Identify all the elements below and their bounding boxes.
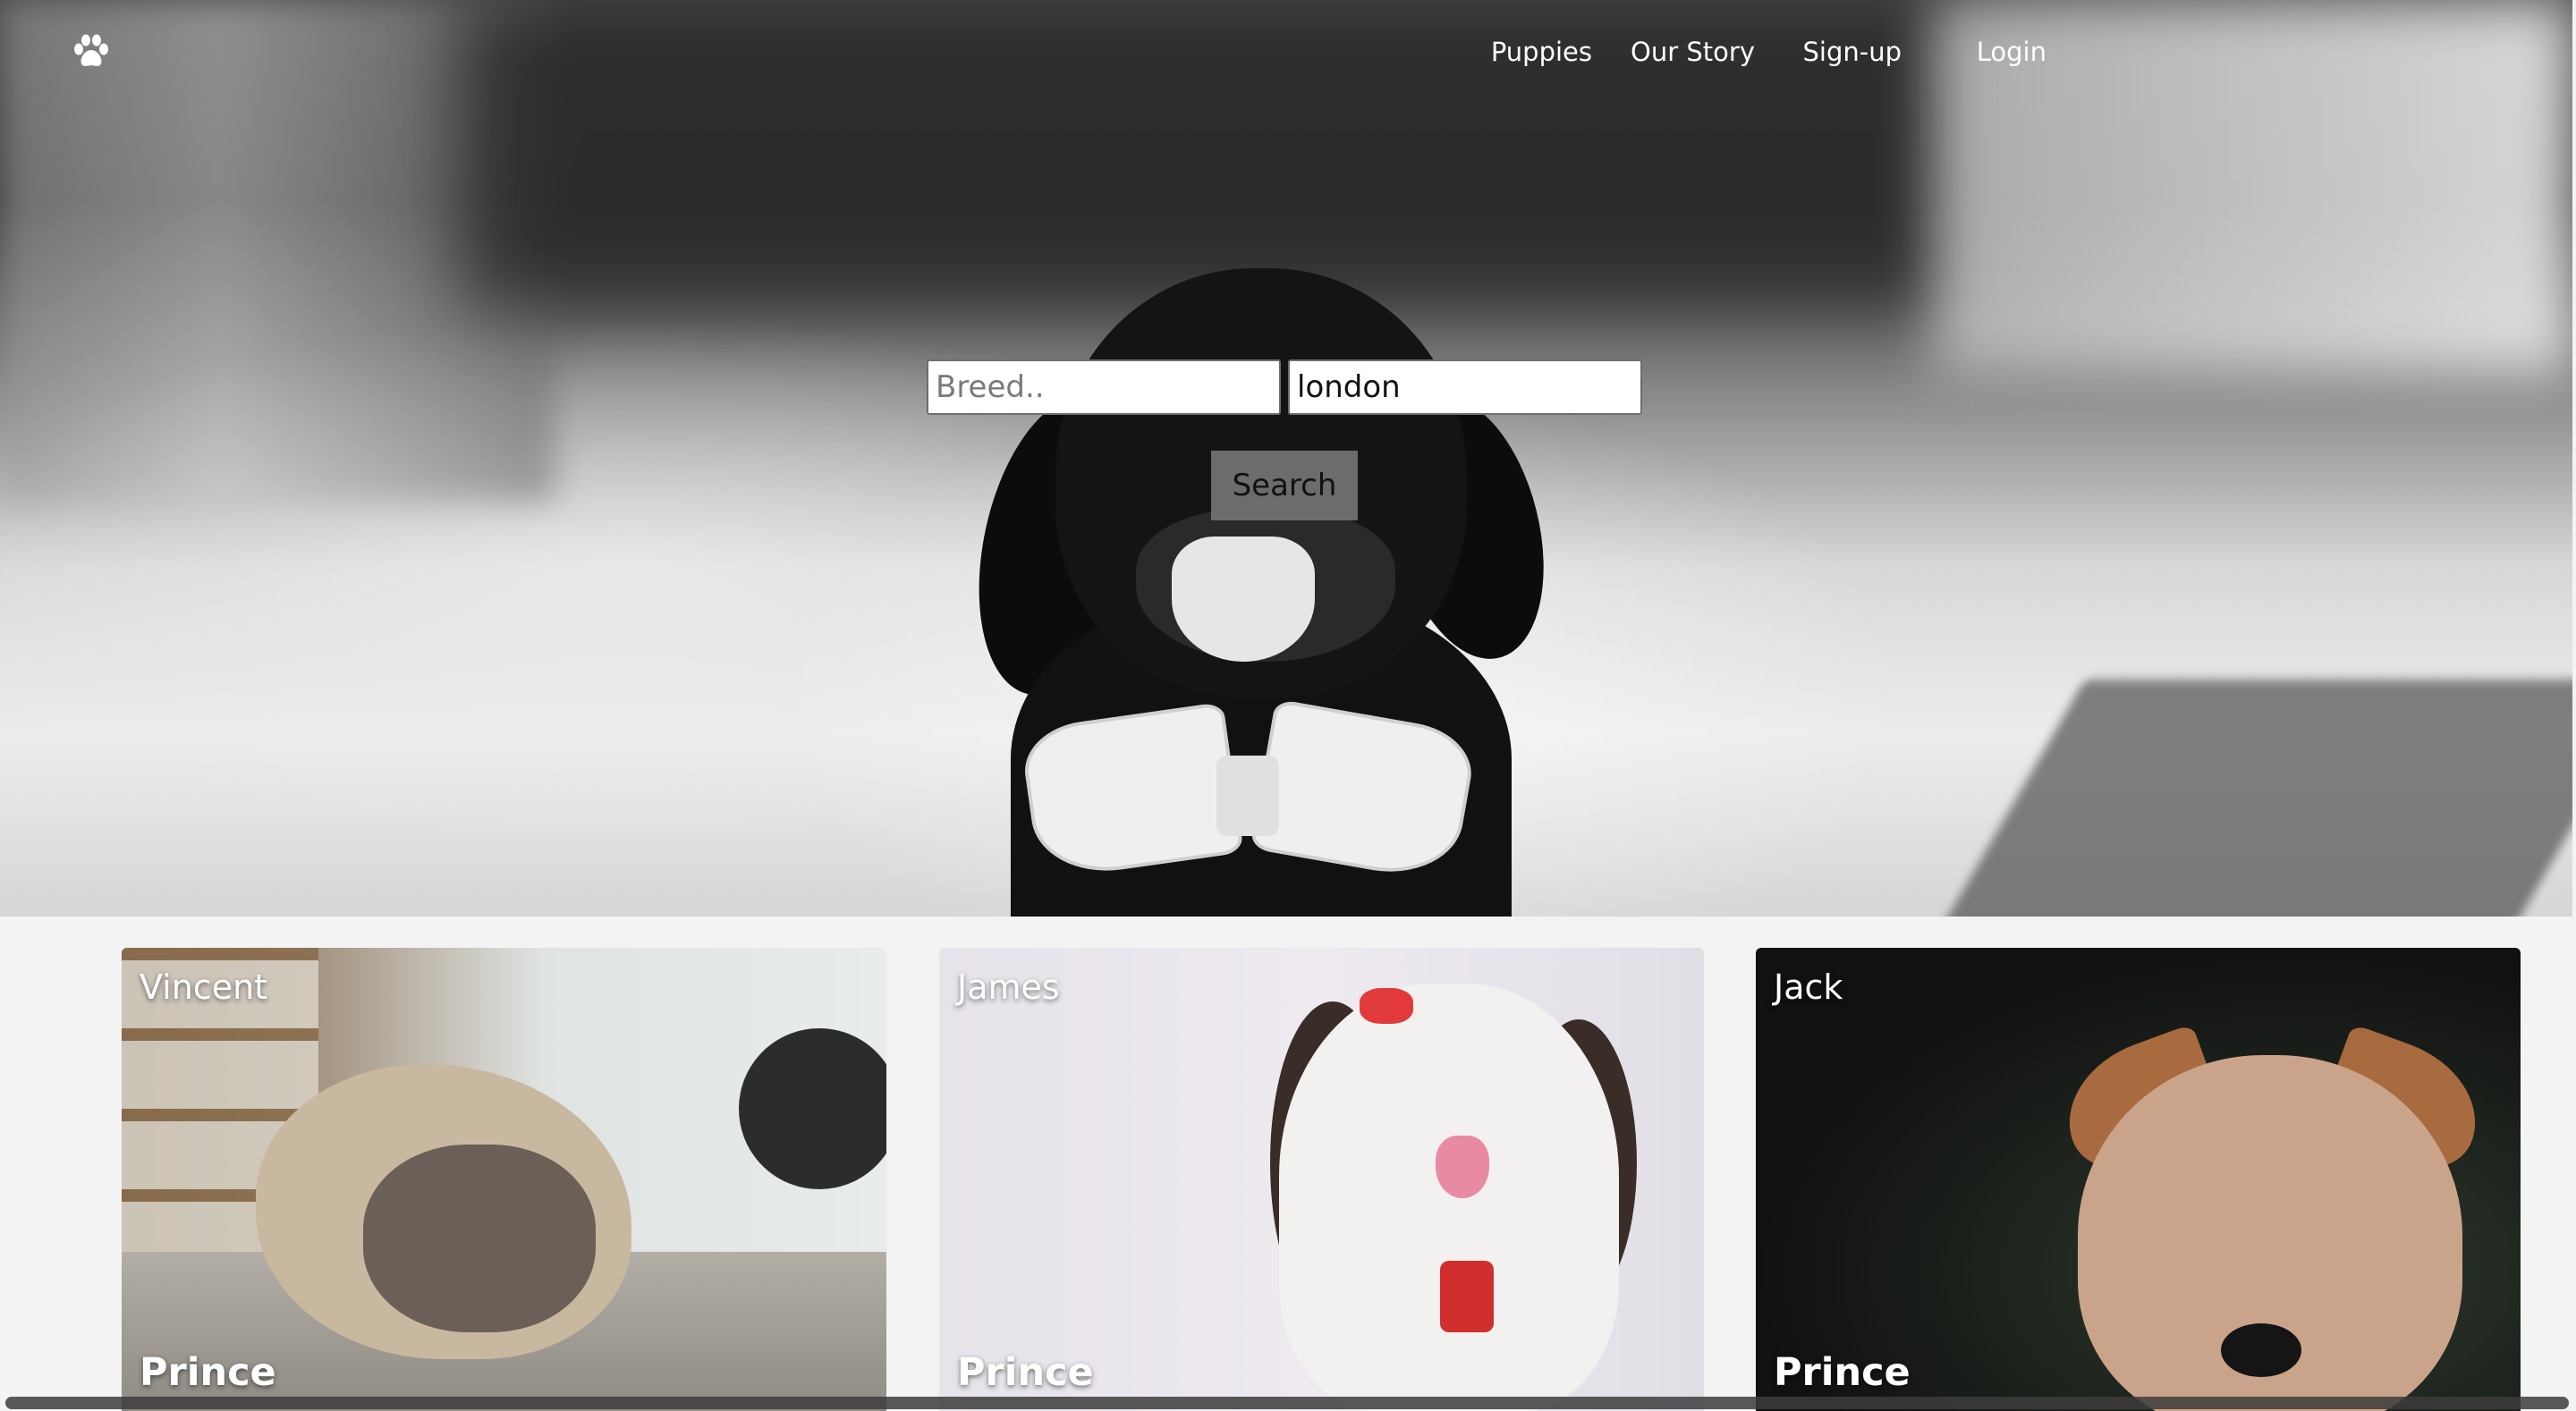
breed-search-input[interactable] (927, 359, 1281, 415)
puppy-card-vincent[interactable]: Vincent Prince (122, 948, 886, 1411)
nav-link-our-story[interactable]: Our Story (1631, 32, 1755, 72)
search-button[interactable]: Search (1211, 451, 1358, 520)
puppy-card-name: James (957, 967, 1060, 1007)
puppy-card-tag: Prince (1774, 1350, 1911, 1395)
nav-link-sign-up[interactable]: Sign-up (1802, 32, 1902, 72)
nav-link-puppies[interactable]: Puppies (1491, 32, 1592, 72)
puppy-card-name: Vincent (140, 967, 268, 1007)
hero-background-shadow (465, 0, 1986, 304)
paw-icon[interactable] (72, 34, 111, 70)
puppy-photo (1756, 948, 2521, 1411)
puppy-card-tag: Prince (957, 1350, 1094, 1395)
location-search-input[interactable] (1288, 359, 1642, 415)
puppy-card-jack[interactable]: Jack Prince (1756, 948, 2521, 1411)
hero-background-rug (1940, 680, 2572, 917)
horizontal-scrollbar[interactable] (5, 1397, 2569, 1409)
puppy-card-tag: Prince (140, 1350, 276, 1395)
puppy-photo (122, 948, 886, 1411)
puppy-card-james[interactable]: James Prince (939, 948, 1704, 1411)
puppy-photo (939, 948, 1704, 1411)
puppy-card-name: Jack (1774, 967, 1843, 1007)
nav-link-login[interactable]: Login (1977, 32, 2046, 72)
